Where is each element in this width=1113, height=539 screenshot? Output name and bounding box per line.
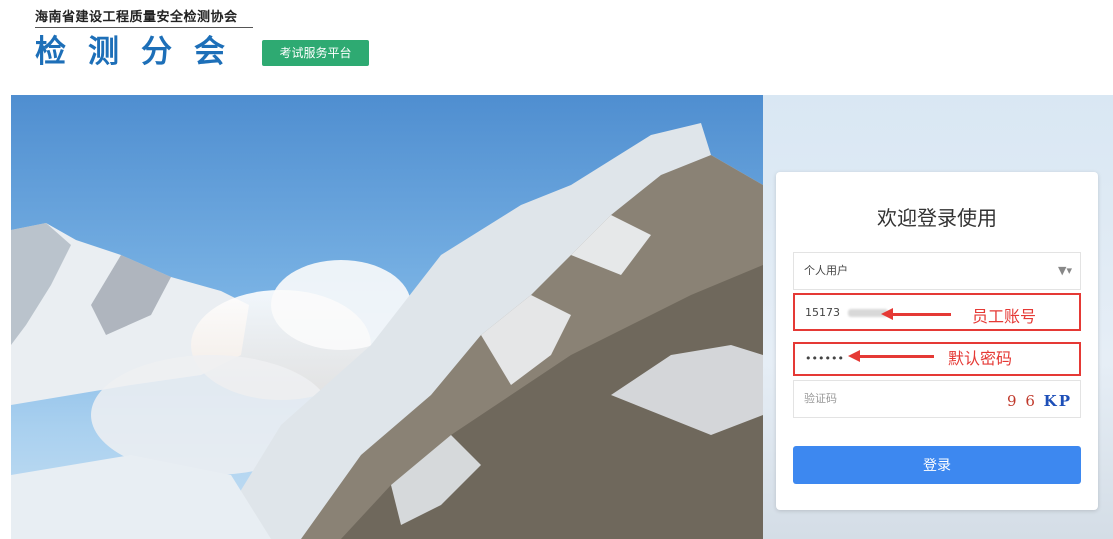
password-input[interactable]: •••••• bbox=[793, 342, 1081, 376]
captcha-chars: 9 6 bbox=[1007, 392, 1044, 410]
captcha-image[interactable]: 9 6 KP bbox=[1007, 383, 1072, 419]
arrow-left-icon bbox=[848, 350, 934, 362]
captcha-input[interactable]: 验证码 9 6 KP bbox=[793, 380, 1081, 418]
brand-logo-text: 检测分会 bbox=[35, 34, 247, 70]
platform-badge: 考试服务平台 bbox=[262, 40, 369, 66]
user-type-select[interactable]: 个人用户 ▼▾ bbox=[793, 252, 1081, 290]
password-annotation: 默认密码 bbox=[948, 349, 1013, 368]
user-type-value: 个人用户 bbox=[804, 264, 848, 277]
password-value: •••••• bbox=[805, 352, 844, 365]
org-name: 海南省建设工程质量安全检测协会 bbox=[35, 10, 238, 25]
captcha-placeholder: 验证码 bbox=[804, 392, 837, 405]
account-annotation: 员工账号 bbox=[972, 307, 1037, 326]
login-button[interactable]: 登录 bbox=[793, 446, 1081, 484]
account-input[interactable]: 15173 bbox=[793, 293, 1081, 331]
org-divider bbox=[35, 27, 253, 28]
login-card: 欢迎登录使用 个人用户 ▼▾ 15173 •••••• 验证码 9 6 KP 登… bbox=[776, 172, 1098, 510]
arrow-left-icon bbox=[881, 308, 951, 320]
mountain-illustration bbox=[11, 123, 763, 539]
captcha-chars-2: KP bbox=[1043, 392, 1072, 410]
login-title: 欢迎登录使用 bbox=[877, 206, 997, 230]
chevron-down-icon: ▼▾ bbox=[1058, 264, 1072, 277]
site-header: 海南省建设工程质量安全检测协会 检测分会 考试服务平台 bbox=[0, 0, 1113, 95]
account-value: 15173 bbox=[805, 306, 840, 319]
